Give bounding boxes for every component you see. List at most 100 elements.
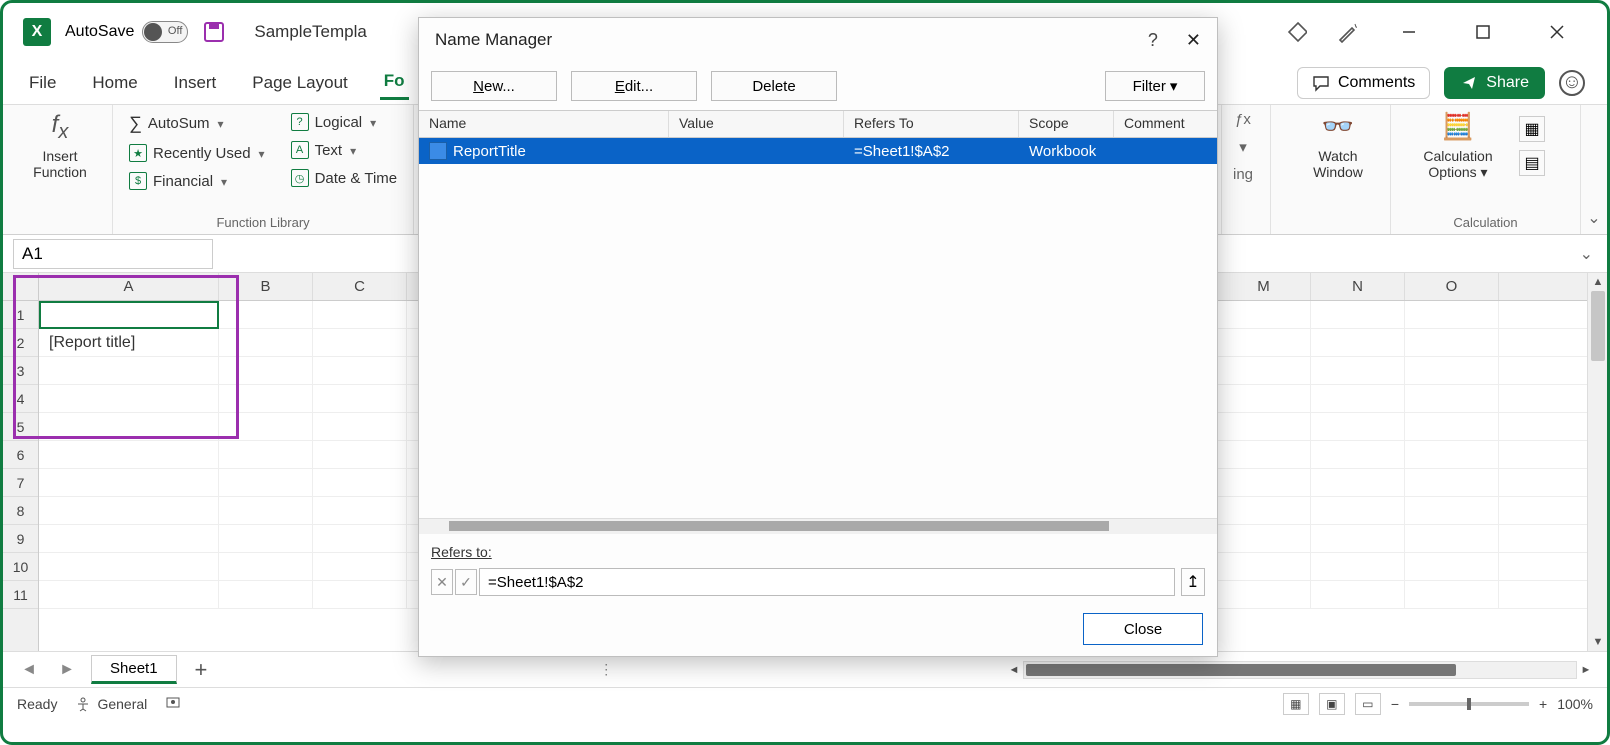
feedback-smile-icon[interactable]: ☺ <box>1559 70 1585 96</box>
horizontal-scrollbar[interactable]: ◄ ► <box>1005 660 1595 680</box>
col-header-o[interactable]: O <box>1405 273 1499 300</box>
scroll-up-icon[interactable]: ▲ <box>1588 273 1607 291</box>
add-sheet-button[interactable]: + <box>187 657 216 683</box>
calc-sheet-icon[interactable]: ▤ <box>1519 150 1545 176</box>
share-label: Share <box>1486 74 1529 92</box>
refers-to-label: Refers to: <box>431 544 492 560</box>
col-header-a[interactable]: A <box>39 273 219 300</box>
header-refers-to[interactable]: Refers To <box>844 111 1019 137</box>
window-minimize-button[interactable] <box>1387 17 1431 47</box>
name-box[interactable]: A1 <box>13 239 213 269</box>
vertical-scrollbar[interactable]: ▲ ▼ <box>1587 273 1607 651</box>
cancel-edit-button[interactable]: ✕ <box>431 569 453 595</box>
watch-window-button[interactable]: 👓 Watch Window <box>1283 111 1393 180</box>
select-all-corner[interactable] <box>3 273 38 301</box>
window-close-button[interactable] <box>1535 17 1579 47</box>
calculation-group-label: Calculation <box>1403 215 1568 232</box>
zoom-slider[interactable] <box>1409 702 1529 706</box>
sheet-tab-sheet1[interactable]: Sheet1 <box>91 655 177 684</box>
col-header-m[interactable]: M <box>1217 273 1311 300</box>
refers-to-input[interactable] <box>479 568 1175 596</box>
recently-used-button[interactable]: ★Recently Used <box>125 142 269 164</box>
zoom-in-button[interactable]: + <box>1539 696 1547 712</box>
collapse-dialog-button[interactable]: ↥ <box>1181 568 1205 596</box>
row-refers-to: =Sheet1!$A$2 <box>844 143 1019 160</box>
macro-record-icon[interactable] <box>165 694 181 713</box>
accessibility-status[interactable]: General <box>75 696 147 712</box>
tab-split-grip-icon[interactable]: ⋮ <box>599 661 613 678</box>
ribbon-collapse-button[interactable]: ⌄ <box>1581 105 1607 234</box>
autosum-button[interactable]: ∑AutoSum <box>125 111 269 136</box>
zoom-level[interactable]: 100% <box>1557 696 1593 712</box>
row-header-10[interactable]: 10 <box>3 553 38 581</box>
name-list-hscroll[interactable] <box>419 518 1217 534</box>
text-button[interactable]: AText <box>287 139 402 161</box>
comments-button[interactable]: Comments <box>1297 67 1430 99</box>
edit-name-button[interactable]: Edit... <box>571 71 697 101</box>
header-comment[interactable]: Comment <box>1114 111 1217 137</box>
new-name-button[interactable]: New... <box>431 71 557 101</box>
cell-a2[interactable]: [Report title] <box>39 329 219 357</box>
vertical-scroll-thumb[interactable] <box>1591 291 1605 361</box>
row-name: ReportTitle <box>453 143 526 160</box>
row-header-2[interactable]: 2 <box>3 329 38 357</box>
header-value[interactable]: Value <box>669 111 844 137</box>
name-manager-dialog: Name Manager ? ✕ New... Edit... Delete F… <box>418 17 1218 657</box>
row-header-1[interactable]: 1 <box>3 301 38 329</box>
financial-button[interactable]: $Financial <box>125 170 269 192</box>
insert-function-button[interactable]: fx Insert Function <box>15 111 105 180</box>
dialog-close-button[interactable]: ✕ <box>1186 30 1201 51</box>
col-header-c[interactable]: C <box>313 273 407 300</box>
autosave-toggle[interactable]: Off <box>142 21 188 43</box>
col-header-n[interactable]: N <box>1311 273 1405 300</box>
view-page-break-button[interactable]: ▭ <box>1355 693 1381 715</box>
calculation-options-button[interactable]: 🧮 Calculation Options ▾ <box>1403 111 1513 181</box>
share-button[interactable]: Share <box>1444 67 1545 99</box>
save-icon[interactable] <box>202 20 226 44</box>
tab-file[interactable]: File <box>25 67 60 99</box>
row-header-6[interactable]: 6 <box>3 441 38 469</box>
clock-icon: ◷ <box>291 169 309 187</box>
scroll-right-icon[interactable]: ► <box>1577 661 1595 679</box>
row-header-11[interactable]: 11 <box>3 581 38 609</box>
row-header-3[interactable]: 3 <box>3 357 38 385</box>
header-scope[interactable]: Scope <box>1019 111 1114 137</box>
sheet-nav-next[interactable]: ► <box>53 658 81 682</box>
row-header-5[interactable]: 5 <box>3 413 38 441</box>
tab-page-layout[interactable]: Page Layout <box>248 67 351 99</box>
tab-insert[interactable]: Insert <box>170 67 221 99</box>
close-button[interactable]: Close <box>1083 613 1203 645</box>
header-name[interactable]: Name <box>419 111 669 137</box>
question-icon: ? <box>291 113 309 131</box>
diamond-icon[interactable] <box>1287 22 1307 42</box>
autosave-control[interactable]: AutoSave Off <box>65 21 188 43</box>
calc-now-icon[interactable]: ▦ <box>1519 116 1545 142</box>
dialog-titlebar[interactable]: Name Manager ? ✕ <box>419 18 1217 62</box>
scroll-left-icon[interactable]: ◄ <box>1005 661 1023 679</box>
col-header-b[interactable]: B <box>219 273 313 300</box>
zoom-out-button[interactable]: − <box>1391 696 1399 712</box>
delete-name-button[interactable]: Delete <box>711 71 837 101</box>
name-list-row[interactable]: ReportTitle =Sheet1!$A$2 Workbook <box>419 138 1217 164</box>
sheet-nav-prev[interactable]: ◄ <box>15 658 43 682</box>
row-header-8[interactable]: 8 <box>3 497 38 525</box>
horizontal-scroll-thumb[interactable] <box>1026 664 1456 676</box>
tab-home[interactable]: Home <box>88 67 141 99</box>
name-list[interactable]: ReportTitle =Sheet1!$A$2 Workbook <box>419 138 1217 518</box>
scroll-down-icon[interactable]: ▼ <box>1588 633 1607 651</box>
logical-button[interactable]: ?Logical <box>287 111 402 133</box>
view-page-layout-button[interactable]: ▣ <box>1319 693 1345 715</box>
dialog-help-button[interactable]: ? <box>1148 30 1158 51</box>
tab-formulas[interactable]: Fo <box>380 65 409 100</box>
filter-button[interactable]: Filter▾ <box>1105 71 1205 101</box>
row-header-7[interactable]: 7 <box>3 469 38 497</box>
date-time-button[interactable]: ◷Date & Time <box>287 167 402 189</box>
window-maximize-button[interactable] <box>1461 17 1505 47</box>
formula-bar-expand-button[interactable]: ⌄ <box>1580 244 1593 264</box>
pen-sparkle-icon[interactable] <box>1337 22 1357 42</box>
star-icon: ★ <box>129 144 147 162</box>
view-normal-button[interactable]: ▦ <box>1283 693 1309 715</box>
row-header-9[interactable]: 9 <box>3 525 38 553</box>
row-header-4[interactable]: 4 <box>3 385 38 413</box>
accept-edit-button[interactable]: ✓ <box>455 569 477 595</box>
